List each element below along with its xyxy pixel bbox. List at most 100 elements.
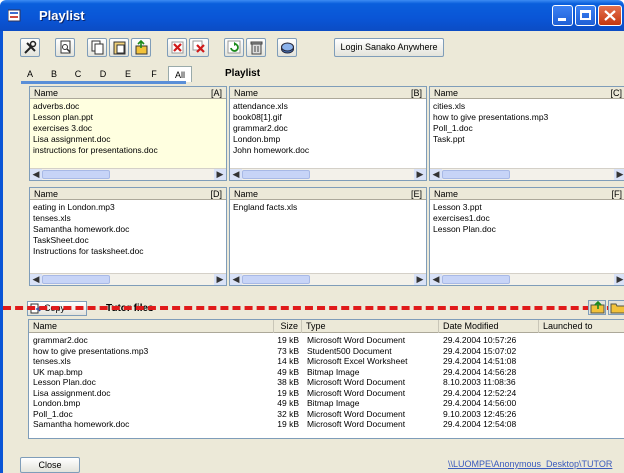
pane-b-header[interactable]: Name [B] xyxy=(230,87,426,99)
paste-file-button[interactable] xyxy=(109,38,129,57)
list-item[interactable]: exercises1.doc xyxy=(433,213,624,224)
disk-button[interactable] xyxy=(277,38,297,57)
scroll-thumb[interactable] xyxy=(442,170,510,179)
list-item[interactable]: eating in London.mp3 xyxy=(33,202,224,213)
col-launched-to[interactable]: Launched to xyxy=(539,320,624,333)
list-item[interactable]: Poll_1.doc xyxy=(433,123,624,134)
tools-button[interactable] xyxy=(20,38,40,57)
export-tutor-button[interactable] xyxy=(588,300,606,315)
table-row[interactable]: Poll_1.doc 32 kB Microsoft Word Document 9.… xyxy=(29,409,624,419)
list-item[interactable]: England facts.xls xyxy=(233,202,424,213)
table-row[interactable]: how to give presentations.mp3 73 kB Studen… xyxy=(29,346,624,356)
login-sanako-anywhere-button[interactable]: Login Sanako Anywhere xyxy=(334,38,444,57)
list-item[interactable]: adverbs.doc xyxy=(33,101,224,112)
table-row[interactable]: tenses.xls 14 kB Microsoft Excel Worksheet… xyxy=(29,356,624,366)
delete-all-button[interactable] xyxy=(189,38,209,57)
list-item[interactable]: tenses.xls xyxy=(33,213,224,224)
table-row[interactable]: UK map.bmp 49 kB Bitmap Image 29.4.2004 14:… xyxy=(29,367,624,377)
table-row[interactable]: Lesson Plan.doc 38 kB Microsoft Word Docum… xyxy=(29,377,624,387)
scroll-thumb[interactable] xyxy=(442,275,510,284)
scroll-thumb[interactable] xyxy=(242,170,310,179)
scroll-right-icon[interactable]: ▶ xyxy=(414,274,426,285)
close-button[interactable]: Close xyxy=(20,457,80,473)
table-row[interactable]: Samantha homework.doc 19 kB Microsoft Word… xyxy=(29,419,624,429)
pane-f[interactable]: Name [F] Lesson 3.ppt exercises1.doc Les… xyxy=(429,187,624,286)
col-date-modified[interactable]: Date Modified xyxy=(439,320,539,333)
table-row[interactable]: London.bmp 49 kB Bitmap Image 29.4.2004 14:… xyxy=(29,398,624,408)
col-name[interactable]: Name xyxy=(29,320,274,333)
scroll-left-icon[interactable]: ◀ xyxy=(430,169,442,180)
copy-file-button[interactable] xyxy=(87,38,107,57)
tutor-path-link[interactable]: \\LUOMPE\Anonymous_Desktop\TUTOR xyxy=(448,459,612,469)
pane-f-scrollbar[interactable]: ◀ ▶ xyxy=(430,273,624,285)
list-item[interactable]: London.bmp xyxy=(233,134,424,145)
pane-b-scrollbar[interactable]: ◀ ▶ xyxy=(230,168,426,180)
scroll-right-icon[interactable]: ▶ xyxy=(214,169,226,180)
pane-e-header[interactable]: Name [E] xyxy=(230,188,426,200)
tab-d[interactable]: D xyxy=(94,66,112,82)
list-item[interactable]: Samantha homework.doc xyxy=(33,224,224,235)
scroll-left-icon[interactable]: ◀ xyxy=(30,274,42,285)
pane-b[interactable]: Name [B] attendance.xls book08[1].gif gr… xyxy=(229,86,427,181)
title-bar[interactable]: Playlist xyxy=(0,0,624,31)
list-item[interactable]: instructions for presentations.doc xyxy=(33,145,224,156)
pane-e-scrollbar[interactable]: ◀ ▶ xyxy=(230,273,426,285)
pane-a-scrollbar[interactable]: ◀ ▶ xyxy=(30,168,226,180)
pane-a-header[interactable]: Name [A] xyxy=(30,87,226,99)
scroll-thumb[interactable] xyxy=(42,170,110,179)
close-window-button[interactable] xyxy=(598,5,622,26)
list-item[interactable]: Lisa assignment.doc xyxy=(33,134,224,145)
col-size[interactable]: Size xyxy=(274,320,302,333)
tab-c[interactable]: C xyxy=(69,66,87,82)
scroll-left-icon[interactable]: ◀ xyxy=(30,169,42,180)
list-item[interactable]: how to give presentations.mp3 xyxy=(433,112,624,123)
list-item[interactable]: Lesson 3.ppt xyxy=(433,202,624,213)
pane-d-scrollbar[interactable]: ◀ ▶ xyxy=(30,273,226,285)
pane-d-header[interactable]: Name [D] xyxy=(30,188,226,200)
scroll-right-icon[interactable]: ▶ xyxy=(614,169,624,180)
pane-d[interactable]: Name [D] eating in London.mp3 tenses.xls… xyxy=(29,187,227,286)
list-item[interactable]: exercises 3.doc xyxy=(33,123,224,134)
list-item[interactable]: book08[1].gif xyxy=(233,112,424,123)
tab-a[interactable]: A xyxy=(21,66,39,82)
tab-b[interactable]: B xyxy=(45,66,63,82)
maximize-button[interactable] xyxy=(575,5,596,26)
tab-all[interactable]: All xyxy=(168,66,192,82)
export-button[interactable] xyxy=(131,38,151,57)
tab-f[interactable]: F xyxy=(145,66,163,82)
list-item[interactable]: cities.xls xyxy=(433,101,624,112)
open-folder-button[interactable] xyxy=(608,300,624,315)
preview-button[interactable] xyxy=(55,38,75,57)
pane-f-header[interactable]: Name [F] xyxy=(430,188,624,200)
pane-c[interactable]: Name [C] cities.xls how to give presenta… xyxy=(429,86,624,181)
pane-a[interactable]: Name [A] adverbs.doc Lesson plan.ppt exe… xyxy=(29,86,227,181)
tab-e[interactable]: E xyxy=(119,66,137,82)
list-item[interactable]: Lesson plan.ppt xyxy=(33,112,224,123)
list-item[interactable]: grammar2.doc xyxy=(233,123,424,134)
list-item[interactable]: TaskSheet.doc xyxy=(33,235,224,246)
scroll-left-icon[interactable]: ◀ xyxy=(230,169,242,180)
table-row[interactable]: Lisa assignment.doc 19 kB Microsoft Word D… xyxy=(29,388,624,398)
scroll-left-icon[interactable]: ◀ xyxy=(430,274,442,285)
minimize-button[interactable] xyxy=(552,5,573,26)
scroll-thumb[interactable] xyxy=(42,275,110,284)
pane-c-header[interactable]: Name [C] xyxy=(430,87,624,99)
pane-e[interactable]: Name [E] England facts.xls ◀ ▶ xyxy=(229,187,427,286)
delete-button[interactable] xyxy=(167,38,187,57)
pane-c-scrollbar[interactable]: ◀ ▶ xyxy=(430,168,624,180)
table-row[interactable]: grammar2.doc 19 kB Microsoft Word Document… xyxy=(29,335,624,345)
scroll-thumb[interactable] xyxy=(242,275,310,284)
list-item[interactable]: Instructions for tasksheet.doc xyxy=(33,246,224,257)
list-item[interactable]: Lesson Plan.doc xyxy=(433,224,624,235)
list-item[interactable]: attendance.xls xyxy=(233,101,424,112)
list-item[interactable]: Task.ppt xyxy=(433,134,624,145)
scroll-right-icon[interactable]: ▶ xyxy=(614,274,624,285)
scroll-right-icon[interactable]: ▶ xyxy=(414,169,426,180)
scroll-right-icon[interactable]: ▶ xyxy=(214,274,226,285)
scroll-left-icon[interactable]: ◀ xyxy=(230,274,242,285)
list-item[interactable]: John homework.doc xyxy=(233,145,424,156)
col-type[interactable]: Type xyxy=(302,320,439,333)
trash-button[interactable] xyxy=(246,38,266,57)
refresh-button[interactable] xyxy=(224,38,244,57)
tutor-files-table[interactable]: Name Size Type Date Modified Launched to… xyxy=(28,319,624,439)
